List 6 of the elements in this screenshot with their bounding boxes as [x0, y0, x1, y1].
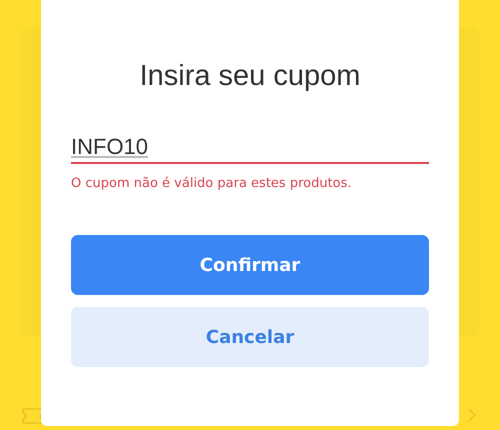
chevron-icon [468, 408, 476, 422]
confirm-button[interactable]: Confirmar [71, 235, 429, 295]
dialog-title: Insira seu cupom [138, 60, 362, 94]
coupon-input-field[interactable]: INFO10 [71, 134, 429, 164]
cancel-button[interactable]: Cancelar [71, 307, 429, 367]
error-message: O cupom não é válido para estes produtos. [71, 176, 353, 193]
